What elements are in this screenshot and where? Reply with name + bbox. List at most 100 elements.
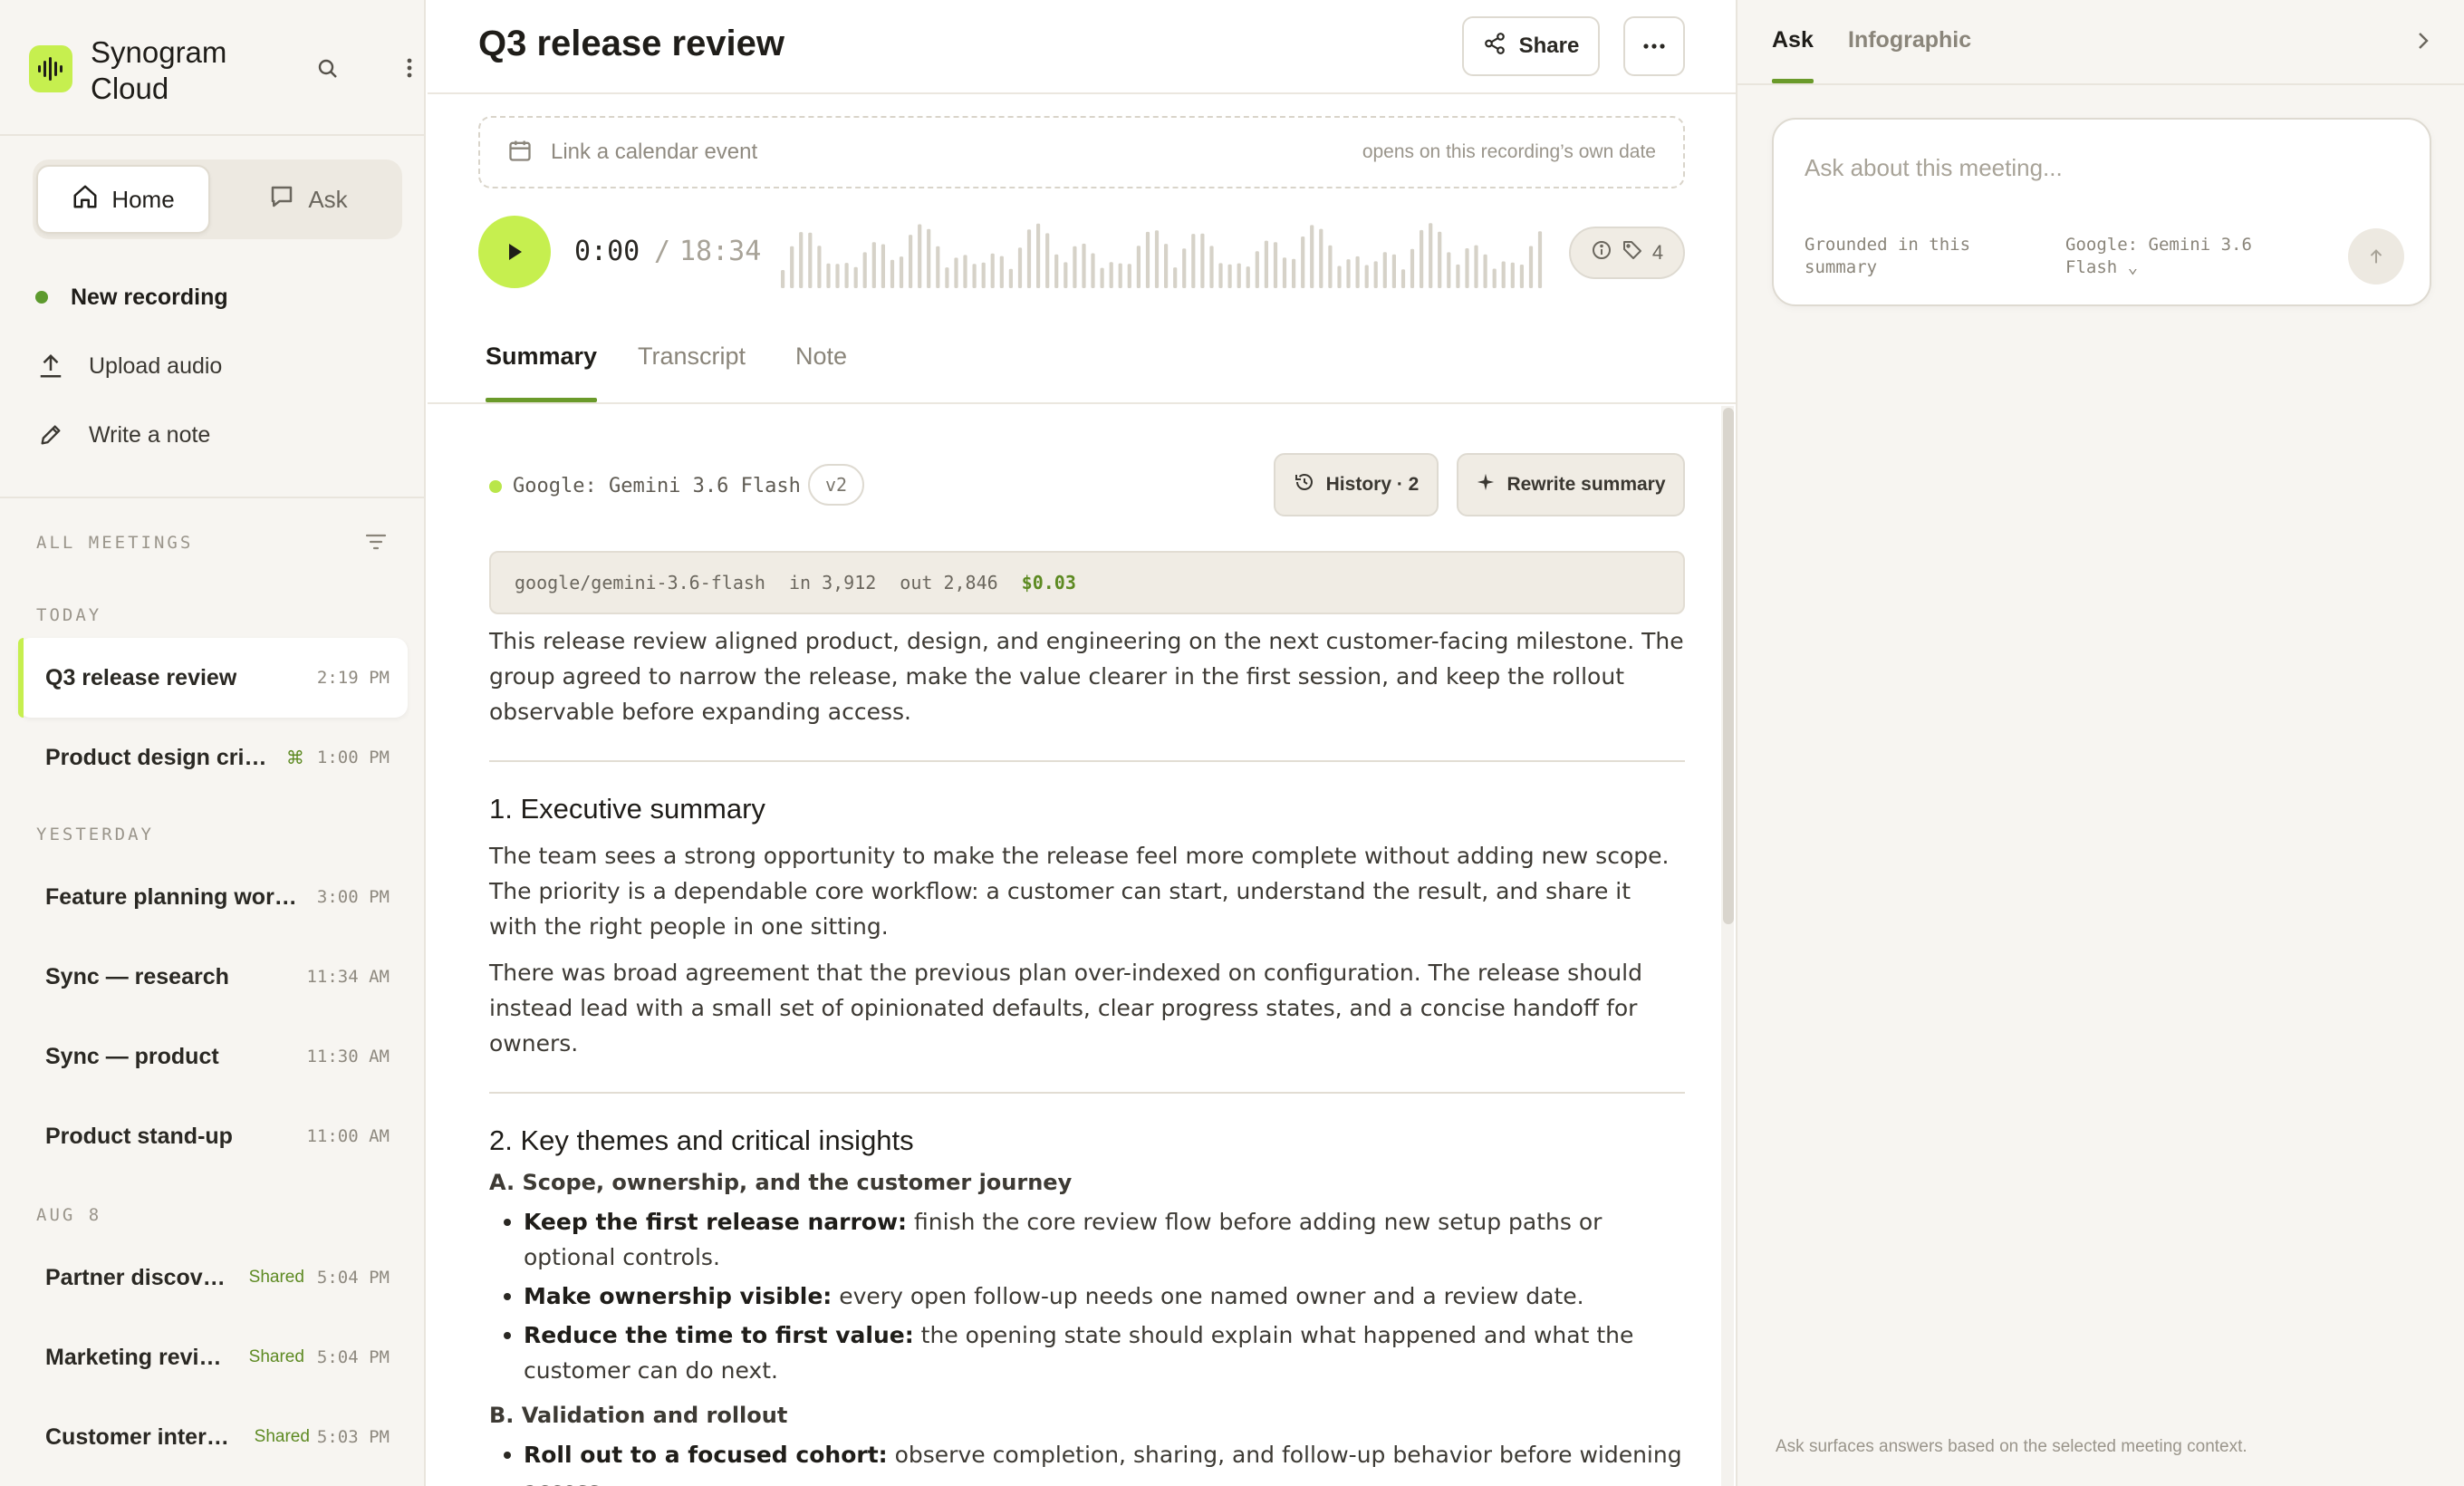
waveform-bar [1091, 253, 1095, 288]
meeting-tags-button[interactable]: 4 [1569, 227, 1685, 279]
meeting-item[interactable]: Partner discovery Shared 5:04 PM [18, 1238, 408, 1317]
subsection-heading: A. Scope, ownership, and the customer jo… [489, 1170, 1073, 1195]
model-selector[interactable]: Google: Gemini 3.6 Flash ⌄ [2065, 234, 2301, 279]
write-note-button[interactable]: Write a note [33, 408, 395, 462]
meeting-time: 3:00 PM [316, 887, 390, 907]
new-recording-label: New recording [71, 284, 228, 310]
waveform-bar [981, 262, 986, 288]
meeting-time: 11:00 AM [306, 1126, 390, 1146]
tab-ask[interactable]: Ask [1772, 27, 1814, 83]
tab-summary[interactable]: Summary [486, 343, 598, 402]
tab-note[interactable]: Note [795, 343, 847, 402]
meeting-item[interactable]: Sync — research 11:34 AM [18, 937, 408, 1017]
more-vertical-icon[interactable] [397, 53, 422, 83]
meeting-item[interactable]: Product stand-up 11:00 AM [18, 1096, 408, 1176]
scrollbar-thumb[interactable] [1723, 408, 1734, 924]
pencil-icon [33, 422, 69, 448]
waveform-bar [1218, 263, 1223, 288]
ask-input-box[interactable]: Ask about this meeting... Grounded in th… [1772, 118, 2431, 306]
meeting-item[interactable]: Sync — product 11:30 AM [18, 1017, 408, 1096]
waveform-bar [1246, 266, 1250, 288]
waveform-scrubber[interactable] [781, 221, 1547, 288]
arrow-up-icon[interactable] [2348, 228, 2404, 285]
content-tabs: Summary Transcript Note [428, 315, 1736, 404]
waveform-bar [881, 244, 885, 288]
waveform-bar [1346, 259, 1351, 288]
calendar-hint: opens on this recording’s own date [1362, 141, 1656, 162]
upload-icon [33, 352, 69, 380]
nav-home-label: Home [111, 185, 175, 213]
version-badge[interactable]: v2 [808, 464, 864, 506]
section-heading: 1. Executive summary [489, 793, 765, 825]
audio-player: 0:00 / 18:34 4 [478, 216, 1685, 290]
waveform-bar [1054, 254, 1059, 288]
meeting-item[interactable]: Customer intervi... Shared 5:03 PM [18, 1397, 408, 1477]
waveform-bar [781, 270, 785, 288]
chevron-right-icon[interactable] [2408, 25, 2439, 56]
generation-meta-bar: google/gemini-3.6-flash in 3,912 out 2,8… [489, 551, 1685, 614]
upload-audio-label: Upload audio [89, 352, 223, 379]
rewrite-summary-button[interactable]: Rewrite summary [1457, 453, 1685, 516]
home-icon [72, 183, 99, 217]
meeting-title: Product design critique [45, 744, 272, 770]
waveform-bar [972, 264, 977, 288]
waveform-bar [817, 246, 822, 288]
more-horizontal-icon[interactable] [1623, 16, 1685, 76]
tab-transcript[interactable]: Transcript [638, 343, 746, 402]
meeting-time: 2:19 PM [316, 668, 390, 688]
calendar-link-label: Link a calendar event [551, 140, 758, 164]
model-row: Google: Gemini 3.6 Flash v2 History · 2 … [489, 453, 1685, 516]
waveform-bar [1237, 263, 1241, 288]
tab-infographic[interactable]: Infographic [1848, 27, 1971, 83]
history-label: History · 2 [1325, 474, 1420, 495]
history-icon [1294, 471, 1315, 498]
search-icon[interactable] [313, 54, 342, 83]
info-icon [1591, 239, 1612, 266]
play-icon[interactable] [478, 216, 551, 288]
share-label: Share [1518, 34, 1580, 58]
waveform-bar [1510, 262, 1515, 288]
meeting-title: Sync — research [45, 963, 229, 989]
list-item: Make ownership visible: every open follo… [504, 1279, 1685, 1314]
meeting-item[interactable]: Marketing review Shared 5:04 PM [18, 1317, 408, 1397]
waveform-bar [1109, 262, 1113, 288]
tag-icon [1622, 239, 1643, 266]
bullet-lead: Keep the first release narrow: [524, 1209, 908, 1235]
new-recording-button[interactable]: New recording [33, 270, 395, 324]
tokens-in: in 3,912 [788, 572, 877, 593]
share-button[interactable]: Share [1462, 16, 1600, 76]
write-note-label: Write a note [89, 421, 211, 448]
history-button[interactable]: History · 2 [1274, 453, 1439, 516]
waveform-bar [945, 267, 949, 288]
meeting-item[interactable]: Feature planning works... 3:00 PM [18, 857, 408, 937]
nav-home-button[interactable]: Home [36, 165, 210, 234]
waveform-bar [927, 228, 931, 288]
grounding-label: Grounded in this summary [1805, 235, 1971, 277]
nav-ask-button[interactable]: Ask [221, 165, 395, 234]
main-panel: Q3 release review Share Link a calendar … [428, 0, 1736, 1486]
bullet-lead: Make ownership visible: [524, 1283, 833, 1309]
meeting-title: Feature planning works... [45, 883, 304, 910]
meeting-item[interactable]: Q3 release review 2:19 PM [18, 638, 408, 718]
upload-audio-button[interactable]: Upload audio [33, 339, 395, 393]
waveform-bar [1429, 223, 1433, 288]
waveform-bar [1273, 242, 1278, 288]
meeting-time: 5:04 PM [316, 1268, 390, 1288]
waveform-bar [1036, 223, 1041, 288]
waveform-bar [1483, 254, 1487, 288]
nav-ask-label: Ask [308, 185, 348, 213]
ask-input[interactable]: Ask about this meeting... [1805, 154, 2063, 182]
waveform-bar [1301, 236, 1305, 288]
bullet-text: every open follow-up needs one named own… [832, 1283, 1584, 1309]
waveform-bar [1191, 234, 1196, 288]
recording-dot-icon [35, 291, 48, 304]
calendar-link[interactable]: Link a calendar event opens on this reco… [478, 116, 1685, 188]
waveform-bar [1438, 231, 1442, 288]
all-meetings-label: ALL MEETINGS [36, 533, 194, 553]
waveform-bar [899, 256, 904, 288]
meeting-item[interactable]: Product design critique ⌘ 1:00 PM [18, 718, 408, 797]
waveform-bar [1173, 267, 1178, 288]
waveform-bar [1364, 265, 1369, 288]
meeting-time: 5:04 PM [316, 1347, 390, 1367]
filter-icon[interactable] [364, 531, 388, 557]
